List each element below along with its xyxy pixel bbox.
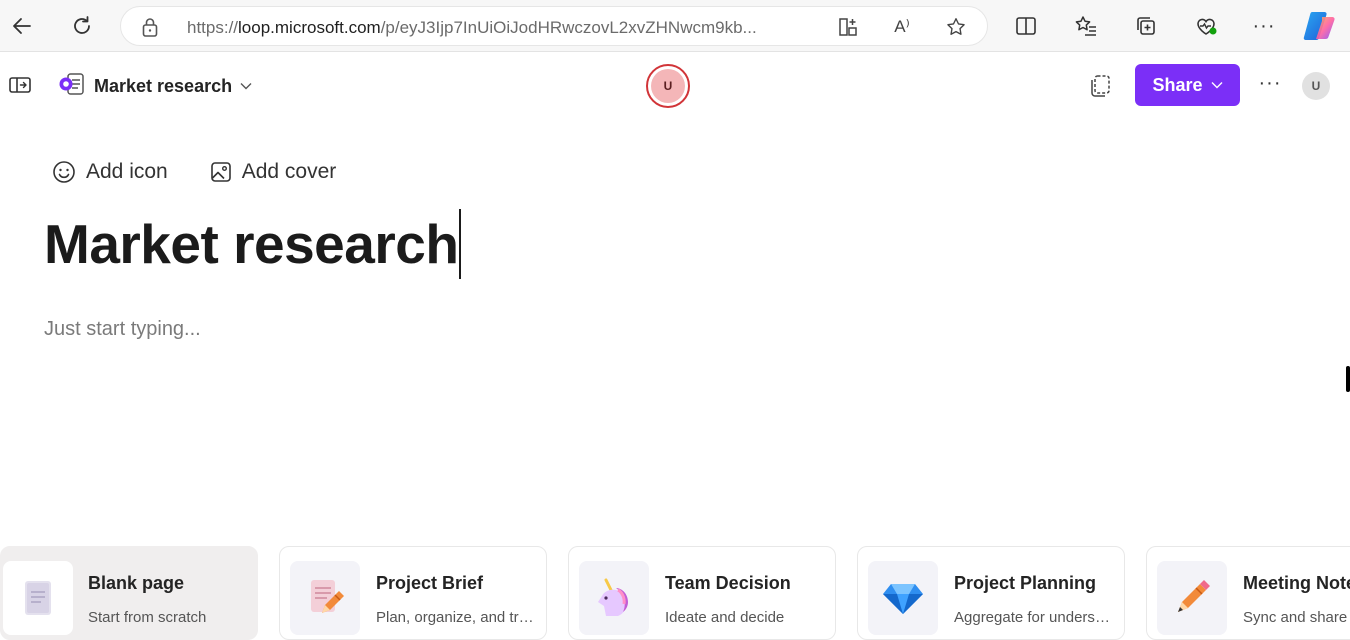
- page-title-text[interactable]: Market research: [44, 213, 459, 275]
- add-icon-label: Add icon: [86, 160, 168, 183]
- app-available-icon[interactable]: [833, 12, 863, 42]
- page-name-label: Market research: [94, 75, 233, 96]
- collections-icon[interactable]: [1130, 10, 1162, 42]
- read-aloud-icon[interactable]: A⁾: [887, 12, 917, 42]
- add-cover-label: Add cover: [241, 160, 337, 183]
- template-gallery: Blank page Start from scratch Project Br…: [0, 546, 1350, 640]
- add-cover-button[interactable]: Add cover: [210, 160, 337, 184]
- template-description: Start from scratch: [88, 609, 207, 626]
- template-title: Meeting Notes: [1243, 573, 1350, 593]
- template-title: Blank page: [88, 573, 185, 593]
- copilot-icon[interactable]: [1302, 9, 1338, 43]
- back-arrow-icon[interactable]: [6, 10, 38, 42]
- image-icon: [210, 162, 231, 182]
- refresh-icon[interactable]: [66, 10, 98, 42]
- body-placeholder[interactable]: Just start typing...: [44, 318, 201, 341]
- template-card-blank-page[interactable]: Blank page Start from scratch: [0, 546, 258, 640]
- template-card-meeting-notes[interactable]: Meeting Notes Sync and share: [1146, 546, 1350, 640]
- template-card-project-planning[interactable]: Project Planning Aggregate for understan…: [857, 546, 1125, 640]
- copy-link-icon[interactable]: [1086, 71, 1114, 99]
- unicorn-icon: [579, 561, 649, 635]
- page-name-dropdown[interactable]: Market research: [58, 71, 252, 101]
- gem-icon: [868, 561, 938, 635]
- loop-page-icon: [58, 71, 86, 102]
- smiley-icon: [53, 161, 75, 183]
- browser-essentials-icon[interactable]: [1190, 10, 1222, 42]
- scrollbar-handle[interactable]: [1346, 366, 1350, 392]
- share-button[interactable]: Share: [1135, 64, 1240, 106]
- blank-page-icon: [3, 561, 73, 635]
- template-title: Project Brief: [376, 573, 484, 593]
- lock-icon[interactable]: [141, 16, 159, 43]
- pencil-icon: [1157, 561, 1227, 635]
- browser-toolbar: https://loop.microsoft.com/p/eyJ3Ijp7InU…: [0, 0, 1350, 52]
- text-caret: [459, 209, 462, 280]
- page-title[interactable]: Market research: [44, 209, 462, 283]
- template-title: Project Planning: [954, 573, 1097, 593]
- template-card-team-decision[interactable]: Team Decision Ideate and decide: [568, 546, 836, 640]
- browser-more-icon[interactable]: ···: [1248, 10, 1280, 42]
- share-chevron-icon: [1211, 78, 1223, 92]
- user-avatar[interactable]: U: [1302, 72, 1330, 100]
- more-options-icon[interactable]: ···: [1256, 73, 1284, 98]
- add-icon-button[interactable]: Add icon: [52, 160, 168, 184]
- template-description: Sync and share: [1243, 609, 1348, 626]
- sidebar-toggle-icon[interactable]: [8, 75, 32, 95]
- template-description: Plan, organize, and track: [376, 609, 536, 626]
- loop-app-bar: Market research U Share ··· U: [0, 52, 1350, 118]
- share-button-label: Share: [1152, 74, 1203, 95]
- address-bar[interactable]: https://loop.microsoft.com/p/eyJ3Ijp7InU…: [120, 6, 988, 46]
- url-text[interactable]: https://loop.microsoft.com/p/eyJ3Ijp7InU…: [187, 18, 827, 38]
- template-description: Aggregate for understanding: [954, 609, 1114, 626]
- template-description: Ideate and decide: [665, 609, 785, 626]
- template-title: Team Decision: [665, 573, 791, 593]
- presence-avatar[interactable]: U: [646, 64, 690, 108]
- favorites-icon[interactable]: [1070, 10, 1102, 42]
- split-screen-icon[interactable]: [1010, 10, 1042, 42]
- page-header-actions: Add icon Add cover: [52, 160, 336, 184]
- project-brief-icon: [290, 561, 360, 635]
- presence-initial: U: [651, 69, 685, 103]
- favorite-star-icon[interactable]: [941, 12, 971, 42]
- template-card-project-brief[interactable]: Project Brief Plan, organize, and track: [279, 546, 547, 640]
- chevron-down-icon: [240, 79, 252, 93]
